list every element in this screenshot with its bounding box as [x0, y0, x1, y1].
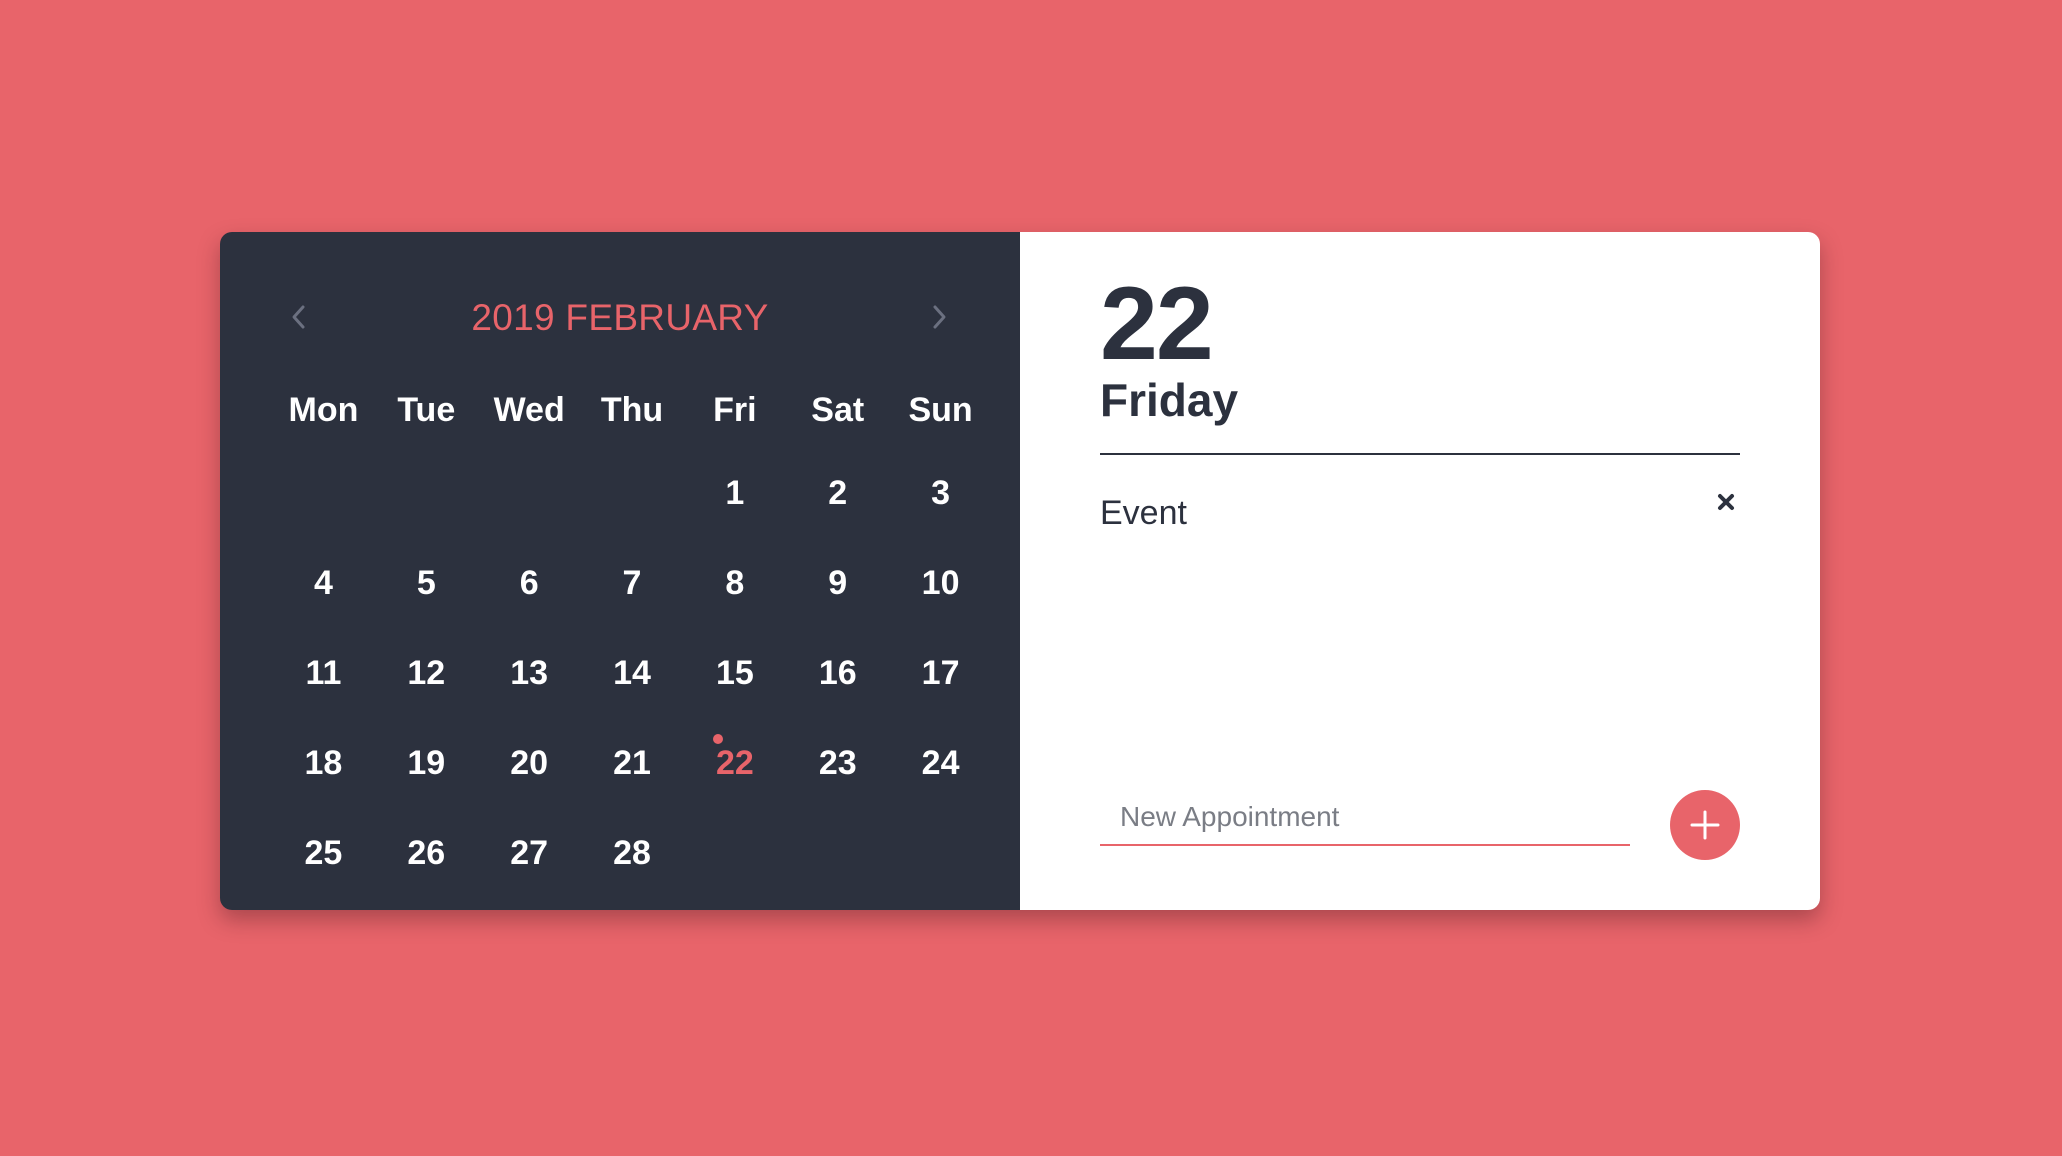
- day-number: 15: [715, 654, 754, 692]
- calendar-empty-cell: [786, 808, 889, 898]
- day-number: 8: [725, 564, 745, 602]
- calendar-day-18[interactable]: 18: [272, 718, 375, 808]
- day-number: 19: [407, 744, 446, 782]
- calendar-day-23[interactable]: 23: [786, 718, 889, 808]
- calendar-day-2[interactable]: 2: [786, 448, 889, 538]
- day-number: 12: [407, 654, 446, 692]
- calendar-week-row: 1 2 3: [272, 448, 992, 538]
- calendar-day-14[interactable]: 14: [581, 628, 684, 718]
- day-number: 2: [828, 474, 848, 512]
- calendar-day-19[interactable]: 19: [375, 718, 478, 808]
- calendar-day-8[interactable]: 8: [683, 538, 786, 628]
- calendar-day-13[interactable]: 13: [478, 628, 581, 718]
- calendar-day-4[interactable]: 4: [272, 538, 375, 628]
- day-number: 4: [313, 564, 333, 602]
- calendar-day-22[interactable]: 22: [683, 718, 786, 808]
- calendar-day-12[interactable]: 12: [375, 628, 478, 718]
- calendar-day-26[interactable]: 26: [375, 808, 478, 898]
- divider: [1100, 453, 1740, 455]
- day-number: 20: [510, 744, 549, 782]
- calendar-day-3[interactable]: 3: [889, 448, 992, 538]
- day-number: 23: [818, 744, 857, 782]
- new-appointment-input[interactable]: [1100, 790, 1630, 846]
- plus-icon: [1690, 810, 1720, 840]
- next-month-button[interactable]: [914, 292, 964, 342]
- day-number: 24: [921, 744, 960, 782]
- selected-weekday: Friday: [1100, 374, 1239, 426]
- calendar-day-15[interactable]: 15: [683, 628, 786, 718]
- weekday-label: Mon: [288, 391, 359, 429]
- day-number: 1: [725, 474, 745, 512]
- day-number: 25: [304, 834, 343, 872]
- event-indicator-dot: [713, 734, 724, 744]
- day-number: 13: [510, 654, 549, 692]
- day-number: 28: [613, 834, 651, 872]
- chevron-left-icon: [292, 305, 305, 329]
- weekday-label: Sun: [908, 391, 973, 429]
- close-icon: [1718, 494, 1734, 510]
- calendar-day-9[interactable]: 9: [786, 538, 889, 628]
- calendar-day-6[interactable]: 6: [478, 538, 581, 628]
- calendar-day-5[interactable]: 5: [375, 538, 478, 628]
- calendar-day-27[interactable]: 27: [478, 808, 581, 898]
- day-number: 17: [921, 654, 960, 692]
- calendar-weeks: 1 2 3 4 5 6 7 8 9 10 11 12 13 14 15 16 17 18 19 20 21 22 23 24 2…: [272, 448, 992, 898]
- month-title: 2019 FEBRUARY: [471, 297, 769, 338]
- day-number: 11: [305, 654, 342, 692]
- calendar-empty-cell: [478, 448, 581, 538]
- day-number: 18: [304, 744, 343, 782]
- day-number: 27: [510, 834, 549, 872]
- day-detail-panel: 22 Friday Event: [1020, 232, 1820, 910]
- prev-month-button[interactable]: [274, 292, 324, 342]
- calendar-week-row: 11 12 13 14 15 16 17: [272, 628, 992, 718]
- day-number: 7: [622, 564, 642, 602]
- day-number: 9: [828, 564, 848, 602]
- day-number: 26: [407, 834, 446, 872]
- calendar-grid: Mon Tue Wed Thu Fri Sat Sun 1 2 3 4 5 6 7 8 9 10 11 12 13 1…: [272, 372, 992, 898]
- day-number: 16: [818, 654, 857, 692]
- day-number: 21: [613, 744, 651, 782]
- remove-event-button[interactable]: [1712, 488, 1740, 516]
- calendar-day-10[interactable]: 10: [889, 538, 992, 628]
- weekday-label: Wed: [493, 391, 565, 429]
- calendar-week-row: 18 19 20 21 22 23 24: [272, 718, 992, 808]
- calendar-day-24[interactable]: 24: [889, 718, 992, 808]
- calendar-panel: 2019 FEBRUARY Mon Tue Wed Thu Fri Sat Sun 1234…: [220, 232, 1020, 910]
- chevron-right-icon: [933, 305, 946, 329]
- day-number: 3: [931, 474, 951, 512]
- calendar-day-21[interactable]: 21: [581, 718, 684, 808]
- day-number: 10: [921, 564, 960, 602]
- calendar-header: 2019 FEBRUARY: [220, 288, 1020, 348]
- add-appointment-button[interactable]: [1670, 790, 1740, 860]
- calendar-empty-cell: [889, 808, 992, 898]
- calendar-day-11[interactable]: 11: [272, 628, 375, 718]
- day-number: 6: [519, 564, 539, 602]
- calendar-week-row: 25 26 27 28: [272, 808, 992, 898]
- selected-day-number: 22: [1100, 266, 1214, 382]
- calendar-day-1[interactable]: 1: [683, 448, 786, 538]
- calendar-day-28[interactable]: 28: [581, 808, 684, 898]
- calendar-day-20[interactable]: 20: [478, 718, 581, 808]
- weekday-header-row: Mon Tue Wed Thu Fri Sat Sun: [272, 372, 992, 448]
- weekday-label: Sat: [811, 391, 865, 429]
- event-text: Event: [1100, 494, 1187, 532]
- day-number: 14: [613, 654, 651, 692]
- weekday-label: Fri: [713, 391, 757, 429]
- calendar-week-row: 4 5 6 7 8 9 10: [272, 538, 992, 628]
- weekday-label: Tue: [397, 391, 456, 429]
- calendar-widget: 2019 FEBRUARY Mon Tue Wed Thu Fri Sat Sun 1234…: [220, 232, 1820, 910]
- event-item: Event: [1100, 488, 1740, 538]
- day-number: 22: [715, 744, 754, 782]
- calendar-empty-cell: [272, 448, 375, 538]
- calendar-empty-cell: [581, 448, 684, 538]
- calendar-empty-cell: [683, 808, 786, 898]
- calendar-day-7[interactable]: 7: [581, 538, 684, 628]
- calendar-day-17[interactable]: 17: [889, 628, 992, 718]
- calendar-day-16[interactable]: 16: [786, 628, 889, 718]
- calendar-day-25[interactable]: 25: [272, 808, 375, 898]
- calendar-empty-cell: [375, 448, 478, 538]
- weekday-label: Thu: [600, 391, 664, 429]
- day-number: 5: [416, 564, 436, 602]
